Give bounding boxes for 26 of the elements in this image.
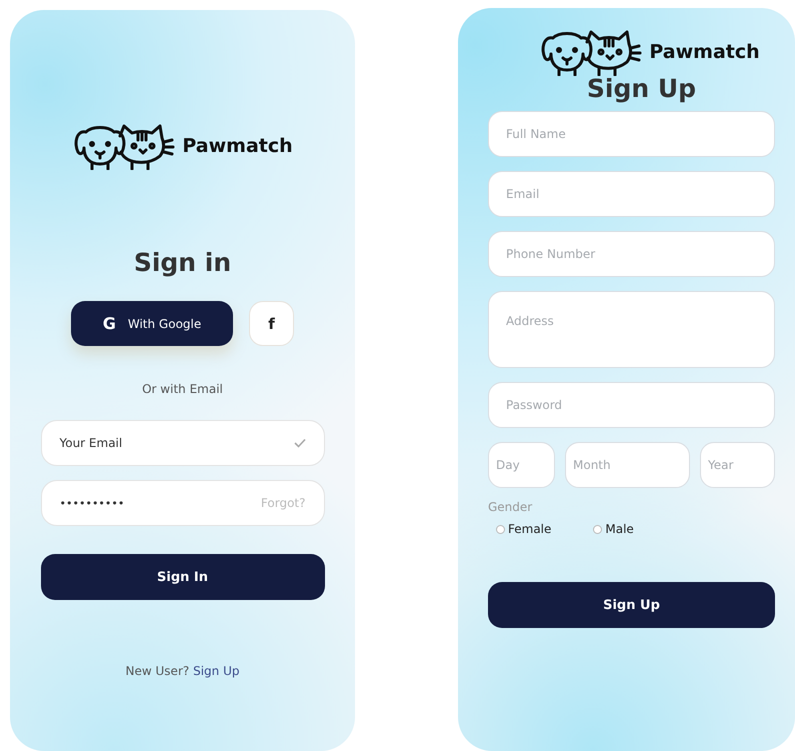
date-field[interactable]: Month (565, 442, 690, 488)
page-title: Sign Up (586, 74, 698, 103)
text-field[interactable]: Phone Number (488, 231, 775, 277)
dog-cat-icon (72, 122, 176, 170)
facebook-button[interactable]: f (249, 301, 294, 346)
brand-name: Pawmatch (649, 41, 760, 63)
text-field[interactable]: Password (488, 382, 775, 428)
date-field[interactable]: Day (488, 442, 555, 488)
divider-text: Or with Email (142, 382, 223, 396)
email-field[interactable]: Your Email (40, 420, 324, 466)
address-field[interactable]: Address (488, 291, 775, 368)
password-field[interactable]: •••••••••• Forgot? (40, 480, 324, 526)
text-field[interactable]: Full Name (488, 111, 775, 157)
date-field[interactable]: Year (700, 442, 775, 488)
sign-up-button[interactable]: Sign Up (488, 582, 775, 628)
sign-up-link[interactable]: Sign Up (193, 664, 240, 678)
gender-radio[interactable]: Male (593, 522, 634, 536)
google-button[interactable]: G With Google (71, 301, 233, 346)
sign-up-prompt: New User? Sign Up (126, 664, 240, 678)
text-field[interactable]: Email (488, 171, 775, 217)
gender-label: Gender (488, 500, 534, 514)
brand-name: Pawmatch (182, 135, 293, 157)
gender-radio[interactable]: Female (496, 522, 552, 536)
dog-cat-icon (539, 28, 644, 76)
sign-in-button[interactable]: Sign In (40, 554, 324, 600)
page-title: Sign in (134, 248, 232, 277)
